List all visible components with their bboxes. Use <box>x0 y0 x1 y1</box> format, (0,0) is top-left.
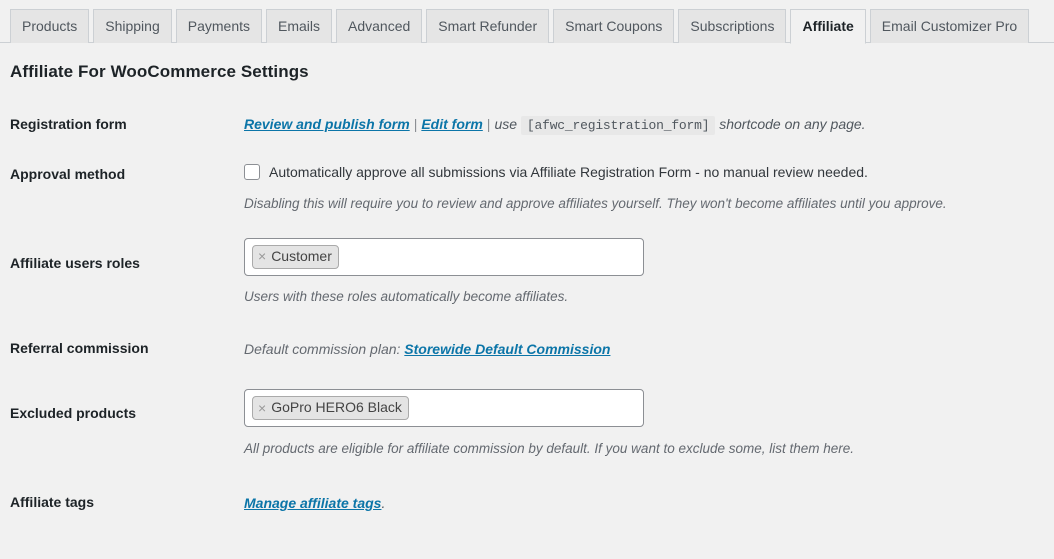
label-approval-method: Approval method <box>10 165 126 182</box>
excluded-products-select[interactable]: × GoPro HERO6 Black <box>244 389 644 428</box>
row-registration-form: Registration form Review and publish for… <box>0 99 1054 145</box>
link-separator: | <box>413 116 418 132</box>
edit-form-link[interactable]: Edit form <box>421 116 482 132</box>
affiliate-settings-form: Registration form Review and publish for… <box>0 99 1054 531</box>
tab-email-customizer-pro[interactable]: Email Customizer Pro <box>869 9 1030 43</box>
affiliate-tags-trailing: . <box>381 494 386 511</box>
row-affiliate-tags: Affiliate tags Manage affiliate tags. <box>0 469 1054 531</box>
tab-smart-coupons[interactable]: Smart Coupons <box>553 9 675 43</box>
remove-token-icon[interactable]: × <box>258 249 266 263</box>
approval-method-controls: Automatically approve all submissions vi… <box>234 145 1054 226</box>
product-token-label: GoPro HERO6 Black <box>271 399 402 416</box>
settings-tab-bar: Products Shipping Payments Emails Advanced Sm… <box>0 0 1054 44</box>
tab-payments[interactable]: Payments <box>175 9 262 43</box>
row-excluded-products: Excluded products × GoPro HERO6 Black Al… <box>0 377 1054 469</box>
label-registration-form: Registration form <box>10 116 127 132</box>
product-token[interactable]: × GoPro HERO6 Black <box>252 396 409 421</box>
page-title: Affiliate For WooCommerce Settings <box>10 62 309 81</box>
row-approval-method: Approval method Automatically approve al… <box>0 145 1054 226</box>
role-token-label: Customer <box>271 247 332 264</box>
tab-advanced[interactable]: Advanced <box>336 9 423 43</box>
shortcode-trailing-text: shortcode on any page. <box>719 116 866 132</box>
manage-affiliate-tags-link[interactable]: Manage affiliate tags <box>244 495 381 511</box>
tab-products[interactable]: Products <box>10 9 90 43</box>
tab-affiliate[interactable]: Affiliate <box>790 9 866 44</box>
use-word: use <box>494 116 518 132</box>
row-affiliate-users-roles: Affiliate users roles × Customer Users w… <box>0 226 1054 317</box>
storewide-default-commission-link[interactable]: Storewide Default Commission <box>404 341 610 357</box>
tab-shipping[interactable]: Shipping <box>93 9 172 43</box>
label-affiliate-users-roles: Affiliate users roles <box>10 254 140 271</box>
row-referral-commission: Referral commission Default commission p… <box>0 317 1054 377</box>
affiliate-users-roles-controls: × Customer Users with these roles automa… <box>234 226 1054 317</box>
remove-token-icon[interactable]: × <box>258 401 266 415</box>
affiliate-tags-controls: Manage affiliate tags. <box>234 469 1054 531</box>
review-and-publish-form-link[interactable]: Review and publish form <box>244 116 410 132</box>
excluded-products-description: All products are eligible for affiliate … <box>244 441 855 457</box>
registration-form-controls: Review and publish form | Edit form | use [a… <box>234 99 1054 145</box>
affiliate-users-roles-select[interactable]: × Customer <box>244 237 644 276</box>
default-commission-plan-prefix: Default commission plan: <box>244 340 401 357</box>
role-token[interactable]: × Customer <box>252 244 339 269</box>
label-excluded-products: Excluded products <box>10 405 137 422</box>
tab-smart-refunder[interactable]: Smart Refunder <box>426 9 550 43</box>
tab-subscriptions[interactable]: Subscriptions <box>678 9 787 43</box>
auto-approve-checkbox[interactable] <box>244 163 260 180</box>
referral-commission-controls: Default commission plan: Storewide Defau… <box>234 317 1054 377</box>
auto-approve-check-line: Automatically approve all submissions vi… <box>244 163 1044 181</box>
link-separator-2: | <box>486 116 491 132</box>
approval-method-description: Disabling this will require you to revie… <box>244 196 947 212</box>
tab-emails[interactable]: Emails <box>266 9 333 43</box>
auto-approve-label: Automatically approve all submissions vi… <box>269 163 868 180</box>
excluded-products-controls: × GoPro HERO6 Black All products are eli… <box>234 377 1054 469</box>
affiliate-users-roles-description: Users with these roles automatically bec… <box>244 288 569 304</box>
label-referral-commission: Referral commission <box>10 339 149 356</box>
registration-shortcode: [afwc_registration_form] <box>520 116 716 135</box>
label-affiliate-tags: Affiliate tags <box>10 493 95 510</box>
